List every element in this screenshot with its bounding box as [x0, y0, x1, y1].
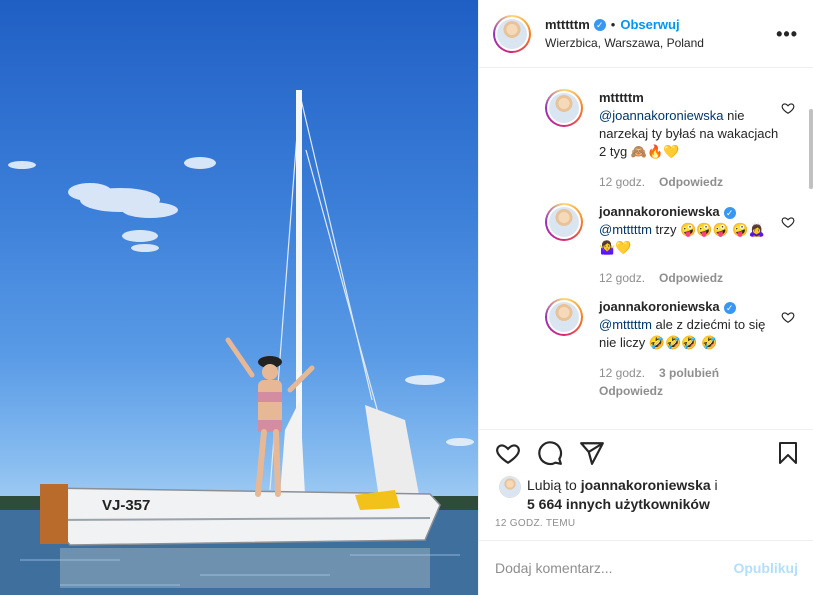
commenter-username[interactable]: joannakoroniewska	[599, 204, 720, 219]
outboard-motor	[40, 484, 68, 544]
comment-like-heart-icon[interactable]	[781, 101, 795, 115]
instagram-post-modal: VJ-357 mtttttm ✓ • Obserwuj Wierzbica, W…	[0, 0, 813, 595]
heart-icon[interactable]	[495, 440, 521, 466]
comment-mention[interactable]: @mtttttm	[599, 317, 652, 332]
commenter-avatar[interactable]	[545, 298, 583, 336]
clouds	[8, 157, 474, 446]
comment-icon[interactable]	[537, 440, 563, 466]
post-photo[interactable]: VJ-357	[0, 0, 478, 595]
post-sidebar: mtttttm ✓ • Obserwuj Wierzbica, Warszawa…	[478, 0, 813, 595]
post-timestamp[interactable]: 12 GODZ. TEMU	[495, 518, 575, 529]
comment-likes-count[interactable]: 3 polubień	[659, 366, 719, 380]
boat-registration: VJ-357	[102, 497, 150, 514]
commenter-avatar[interactable]	[545, 89, 583, 127]
comment-input[interactable]	[495, 560, 734, 576]
bookmark-icon[interactable]	[776, 440, 800, 466]
more-options-icon[interactable]: •••	[776, 24, 798, 45]
comment-like-heart-icon[interactable]	[781, 215, 795, 229]
comment-time[interactable]: 12 godz.	[599, 175, 645, 189]
add-comment-bar: Opublikuj	[479, 540, 813, 595]
location-link[interactable]: Wierzbica, Warszawa, Poland	[545, 34, 704, 52]
commenter-avatar[interactable]	[545, 203, 583, 241]
liker-avatar[interactable]	[499, 476, 521, 498]
follow-button[interactable]: Obserwuj	[620, 16, 679, 34]
author-avatar[interactable]	[493, 14, 531, 53]
verified-badge-icon: ✓	[723, 302, 736, 314]
comments-list: mtttttm @joannakoroniewska nie narzekaj …	[479, 69, 813, 429]
reply-button[interactable]: Odpowiedz	[659, 271, 723, 285]
likes-prefix: Lubią to	[527, 477, 581, 493]
liker-username[interactable]: joannakoroniewska	[581, 477, 711, 493]
sailboat-photo: VJ-357	[0, 90, 478, 595]
comment-mention[interactable]: @mtttttm	[599, 222, 652, 237]
verified-badge-icon: ✓	[593, 18, 606, 31]
comment-mention[interactable]: @joannakoroniewska	[599, 108, 724, 123]
post-actions: Lubią to joannakoroniewska i 5 664 innyc…	[479, 429, 813, 541]
verified-badge-icon: ✓	[723, 207, 736, 219]
reply-button[interactable]: Odpowiedz	[599, 384, 663, 398]
likes-others-count[interactable]: 5 664 innych użytkowników	[527, 496, 710, 512]
comment-like-heart-icon[interactable]	[781, 310, 795, 324]
comment-time[interactable]: 12 godz.	[599, 271, 645, 285]
author-username[interactable]: mtttttm	[545, 16, 590, 34]
commenter-username[interactable]: joannakoroniewska	[599, 299, 720, 314]
scrollbar[interactable]	[809, 109, 813, 189]
publish-button[interactable]: Opublikuj	[733, 560, 798, 576]
likes-summary: Lubią to joannakoroniewska i 5 664 innyc…	[499, 476, 747, 514]
likes-connector: i	[710, 477, 718, 493]
jib-sail	[365, 405, 420, 505]
separator-dot: •	[610, 16, 616, 32]
post-header: mtttttm ✓ • Obserwuj Wierzbica, Warszawa…	[479, 0, 813, 68]
reply-button[interactable]: Odpowiedz	[659, 175, 723, 189]
commenter-username[interactable]: mtttttm	[599, 90, 644, 105]
share-icon[interactable]	[579, 440, 605, 466]
comment-time[interactable]: 12 godz.	[599, 366, 645, 380]
